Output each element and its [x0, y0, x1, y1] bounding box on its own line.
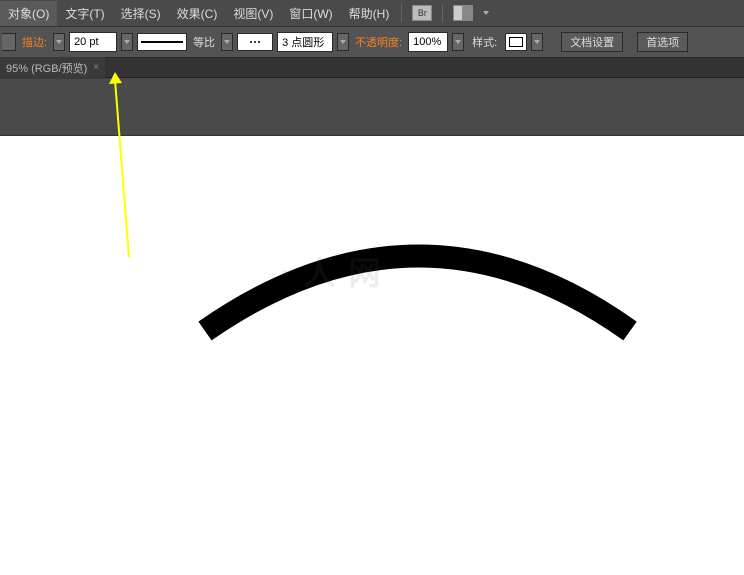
menu-effect[interactable]: 效果(C): [169, 1, 226, 26]
brush-field[interactable]: 3 点圆形: [277, 32, 333, 52]
document-tab-title: 95% (RGB/预览): [6, 60, 87, 76]
close-icon[interactable]: ×: [93, 62, 99, 73]
style-swatch[interactable]: [505, 33, 527, 51]
menu-select[interactable]: 选择(S): [113, 1, 169, 26]
artwork-curve[interactable]: [0, 136, 744, 575]
divider: [401, 4, 402, 22]
layout-icon[interactable]: [453, 5, 473, 21]
brush-dropdown[interactable]: [337, 33, 349, 51]
stroke-label: 描边:: [20, 34, 49, 50]
stroke-weight-field[interactable]: 20 pt: [69, 32, 117, 52]
opacity-label: 不透明度:: [353, 34, 404, 50]
brush-preview-icon: [237, 33, 273, 51]
opacity-dropdown[interactable]: [452, 33, 464, 51]
menu-view[interactable]: 视图(V): [225, 1, 281, 26]
menu-object[interactable]: 对象(O): [0, 1, 57, 26]
stroke-profile-preview[interactable]: [137, 33, 187, 51]
control-bar: 描边: 20 pt 等比 3 点圆形 不透明度: 100% 样式: 文档设置 首…: [0, 26, 744, 58]
profile-dropdown[interactable]: [221, 33, 233, 51]
pasteboard-strip: [0, 78, 744, 136]
stroke-weight-dropdown[interactable]: [121, 33, 133, 51]
menu-window[interactable]: 窗口(W): [281, 1, 340, 26]
menu-help[interactable]: 帮助(H): [341, 1, 398, 26]
document-tab-bar: 95% (RGB/预览) ×: [0, 58, 744, 78]
profile-label: 等比: [191, 34, 217, 50]
menu-text[interactable]: 文字(T): [57, 1, 112, 26]
style-dropdown[interactable]: [531, 33, 543, 51]
artboard[interactable]: [0, 136, 744, 575]
chevron-down-icon[interactable]: [483, 11, 489, 15]
style-label: 样式:: [468, 34, 501, 50]
prefs-button[interactable]: 首选项: [637, 32, 688, 52]
opacity-field[interactable]: 100%: [408, 32, 448, 52]
fill-swatch-partial[interactable]: [2, 33, 16, 51]
stroke-link-dropdown[interactable]: [53, 33, 65, 51]
doc-setup-button[interactable]: 文档设置: [561, 32, 623, 52]
menu-bar: 对象(O) 文字(T) 选择(S) 效果(C) 视图(V) 窗口(W) 帮助(H…: [0, 0, 744, 26]
divider: [442, 4, 443, 22]
bridge-icon[interactable]: Br: [412, 5, 432, 21]
document-tab[interactable]: 95% (RGB/预览) ×: [0, 57, 105, 79]
